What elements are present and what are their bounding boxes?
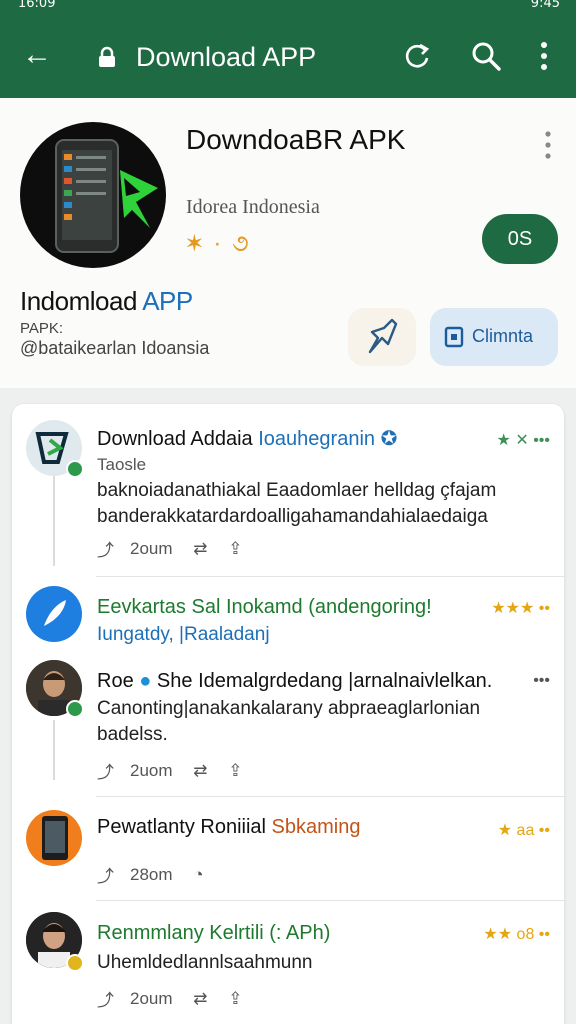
top-app-bar: 16:09 9:45 ← Download APP <box>0 0 576 98</box>
post-rating-stars: ★ aa •• <box>497 822 550 839</box>
phone-icon <box>42 816 68 860</box>
save-button-label: Climnta <box>472 326 534 346</box>
refresh-icon[interactable] <box>402 40 432 70</box>
pin-icon <box>368 318 398 354</box>
save-button[interactable]: Climnta <box>430 308 558 366</box>
post-rating: ★ ✕ ••• <box>496 432 550 449</box>
status-bar: 16:09 9:45 <box>0 0 576 14</box>
more-vert-icon[interactable] <box>534 40 554 72</box>
post-actions: ⤴ 2oum ⇄ ⇪ <box>97 986 259 1011</box>
app-name: DowndoaBR APK <box>186 124 406 155</box>
avatar[interactable] <box>26 586 82 642</box>
app-icon <box>20 122 166 268</box>
feed-card: Download Addaia Ioauhegranin ✪ ★ ✕ ••• T… <box>12 404 564 1024</box>
share-icon[interactable]: ⇪ <box>228 989 242 1009</box>
search-icon[interactable] <box>470 40 502 72</box>
post-tag[interactable]: Ioauhegranin <box>258 428 375 450</box>
post-text-line: Canonting|anakankalarany abpraeaglarloni… <box>97 698 481 719</box>
bookmark-icon <box>444 326 464 348</box>
post-title: Roe ● She Idemalgrdedang |arnalnaivlelka… <box>97 670 492 693</box>
post-text-line: badelss. <box>97 724 168 745</box>
retweet-icon[interactable]: ⇄ <box>193 989 207 1009</box>
thread-line <box>53 476 55 566</box>
post-actions: ⤴ 28om ◔ <box>97 862 220 887</box>
post-rating: ★ aa •• <box>498 820 550 840</box>
share-icon[interactable]: ⇪ <box>228 761 242 781</box>
lock-icon <box>99 46 115 67</box>
verified-check-icon: ✪ <box>380 428 398 450</box>
post-author: Roe <box>97 670 134 692</box>
back-arrow-icon[interactable]: ← <box>22 38 52 72</box>
post-rating-stars: ★★★ •• <box>491 600 550 617</box>
post-text-line: Iungatdy, |Raaladanj <box>97 624 270 645</box>
page-title: Download APP <box>136 42 317 72</box>
comment-icon[interactable]: ◔ <box>193 865 203 885</box>
post-rating-stars: ★★ o8 •• <box>483 926 550 943</box>
developer-handle[interactable]: @bataikearlan Idoansia <box>20 338 209 359</box>
post-time: 28om <box>130 864 173 884</box>
status-clock: 9:45 <box>530 0 560 11</box>
reply-icon[interactable]: ⤴ <box>97 758 114 783</box>
post-rating: ★★★ •• <box>491 598 550 618</box>
app-bar: ← Download APP <box>0 22 576 92</box>
share-icon[interactable]: ⇪ <box>228 539 242 559</box>
phone-logo-icon <box>55 139 158 253</box>
post-title: Eevkartas Sal Inokamd (andengoring! <box>97 596 432 618</box>
post-author: Download Addaia <box>97 428 253 450</box>
developer-name-plain: Indomload <box>20 286 143 316</box>
post-text-line: baknoiadanathiakal Eaadomlaer helldag çf… <box>97 480 497 501</box>
retweet-icon[interactable]: ⇄ <box>193 539 207 559</box>
avatar[interactable] <box>26 810 82 866</box>
developer-label: PAPK: <box>20 320 64 337</box>
install-button[interactable]: 0S <box>482 214 558 264</box>
retweet-icon[interactable]: ⇄ <box>193 761 207 781</box>
developer-name-accent: APP <box>142 286 193 316</box>
post-time: 2oum <box>130 988 173 1008</box>
post-actions: ⤴ 2uom ⇄ ⇪ <box>97 758 259 783</box>
reply-icon[interactable]: ⤴ <box>97 536 114 561</box>
post-title: Download Addaia Ioauhegranin ✪ <box>97 426 397 451</box>
post-time: 2uom <box>130 760 173 780</box>
feather-icon <box>44 600 66 626</box>
app-header-card: DowndoaBR APK Idorea Indonesia ✶ · ૭ 0S … <box>0 98 576 388</box>
post-time: 2oum <box>130 538 173 558</box>
post-author: Pewatlanty Roniiial <box>97 816 266 838</box>
more-dots-icon[interactable]: ••• <box>533 672 550 690</box>
verified-badge-icon <box>66 954 84 972</box>
post-rating: ★★ o8 •• <box>483 924 550 944</box>
divider <box>96 576 564 577</box>
divider <box>96 900 564 901</box>
developer-name: Indomload APP <box>20 286 193 317</box>
post-title: Renmmlany Kelrtili (: APh) <box>97 922 331 944</box>
post-actions: ⤴ 2oum ⇄ ⇪ <box>97 536 259 561</box>
app-subtitle: Idorea Indonesia <box>186 196 320 218</box>
divider <box>96 796 564 797</box>
verified-badge-icon <box>66 700 84 718</box>
post-title: Pewatlanty Roniiial Sbkaming <box>97 816 360 839</box>
more-vert-icon[interactable] <box>540 130 556 160</box>
status-time: 16:09 <box>18 0 56 11</box>
app-rating: ✶ · ૭ <box>186 230 251 257</box>
verified-badge-icon <box>66 460 84 478</box>
thread-line <box>53 720 55 780</box>
post-title-rest: She Idemalgrdedang |arnalnaivlelkan. <box>156 670 493 692</box>
location-pin-icon: ● <box>139 670 152 692</box>
reply-icon[interactable]: ⤴ <box>97 862 114 887</box>
post-text-line: Uhemldedlannlsaahmunn <box>97 952 313 973</box>
pin-button[interactable] <box>348 308 416 366</box>
post-tag[interactable]: Sbkaming <box>272 816 361 838</box>
reply-icon[interactable]: ⤴ <box>97 986 114 1011</box>
post-text-line: banderakkatardardoalligahamandahialaedai… <box>97 506 488 527</box>
post-subtitle: Taosle <box>97 455 147 474</box>
